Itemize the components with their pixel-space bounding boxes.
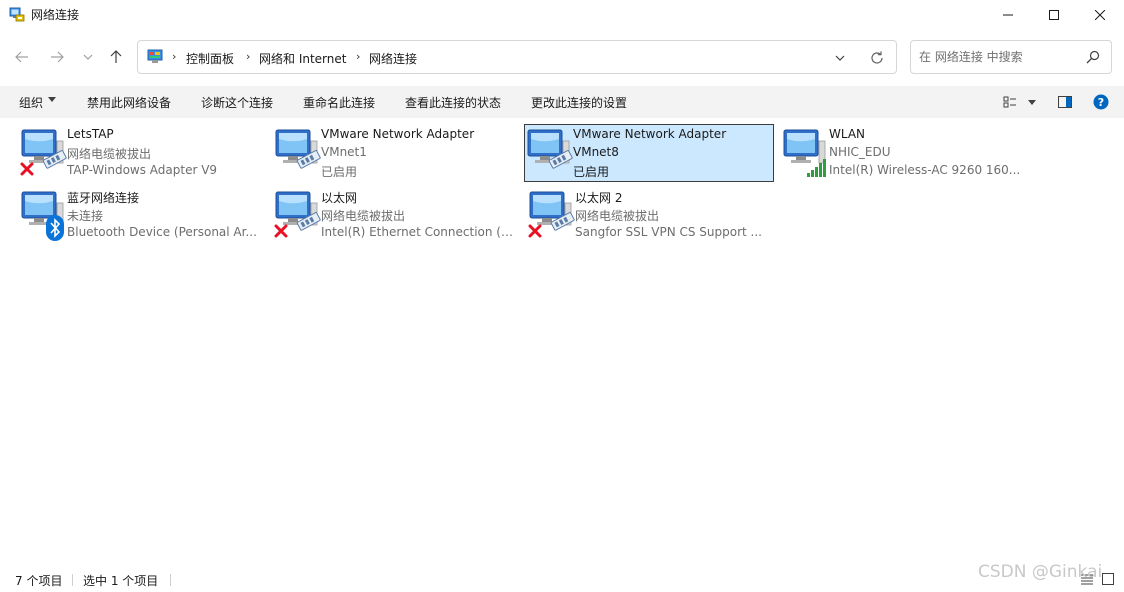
minimize-button[interactable] [985, 0, 1031, 30]
close-button[interactable] [1077, 0, 1123, 30]
breadcrumb-network-internet[interactable]: 网络和 Internet [259, 50, 346, 67]
svg-text:?: ? [1098, 96, 1104, 109]
change-settings-button[interactable]: 更改此连接的设置 [531, 94, 627, 111]
connection-item[interactable]: WLAN NHIC_EDU Intel(R) Wireless-AC 9260 16… [780, 124, 1030, 182]
connection-name: LetsTAP [67, 127, 114, 141]
disable-device-button[interactable]: 禁用此网络设备 [87, 94, 171, 111]
minimize-icon [1003, 14, 1013, 16]
search-icon[interactable] [1086, 50, 1100, 64]
organize-menu[interactable]: 组织 [19, 94, 43, 111]
caret-down-icon[interactable] [48, 97, 56, 103]
breadcrumb-network-connections[interactable]: 网络连接 [369, 50, 417, 67]
watermark: CSDN @Ginkai [978, 562, 1103, 582]
connection-status: 网络电缆被拔出 [575, 209, 660, 223]
view-status-button[interactable]: 查看此连接的状态 [405, 94, 501, 111]
network-adapter-icon [20, 129, 67, 176]
connection-item[interactable]: 蓝牙网络连接 未连接 Bluetooth Device (Personal Ar..… [18, 186, 268, 244]
forward-button[interactable] [44, 44, 70, 70]
connection-status: 网络电缆被拔出 [321, 209, 406, 223]
connection-item[interactable]: VMware Network Adapter VMnet8 已启用 [524, 124, 774, 182]
network-connections-window: 网络连接 › 控制面板 › 网络和 Internet › 网络连接 在 网络连接… [0, 0, 1124, 592]
title-bar[interactable]: 网络连接 [0, 0, 1124, 30]
connection-device: Bluetooth Device (Personal Ar... [67, 225, 257, 239]
connection-name: VMware Network Adapter [321, 127, 475, 141]
preview-pane-icon[interactable] [1057, 94, 1073, 110]
up-button[interactable] [103, 44, 129, 70]
recent-locations-button[interactable] [75, 44, 101, 70]
breadcrumb-separator: › [172, 50, 177, 63]
chevron-down-icon[interactable] [832, 50, 848, 66]
chevron-down-icon [83, 54, 93, 60]
selected-count: 选中 1 个项目 [83, 574, 159, 588]
status-bar: 7 个项目 选中 1 个项目 [0, 566, 1124, 592]
status-divider [170, 574, 171, 586]
diagnose-connection-button[interactable]: 诊断这个连接 [201, 94, 273, 111]
network-adapter-icon [274, 191, 321, 238]
control-panel-icon [147, 49, 163, 63]
network-adapter-icon [21, 191, 64, 241]
connection-device: Sangfor SSL VPN CS Support ... [575, 225, 762, 239]
connection-name: 以太网 2 [575, 191, 623, 205]
search-input[interactable] [919, 48, 1079, 66]
arrow-up-icon [110, 50, 122, 63]
connection-name: 以太网 [321, 191, 358, 205]
arrow-right-icon [51, 51, 64, 63]
connection-name: 蓝牙网络连接 [67, 191, 140, 205]
maximize-icon [1049, 10, 1059, 20]
connection-item[interactable]: VMware Network Adapter VMnet1 已启用 [272, 124, 522, 182]
help-icon[interactable]: ? [1093, 94, 1109, 110]
refresh-icon[interactable] [869, 50, 885, 66]
connection-name: VMware Network Adapter [573, 127, 727, 141]
connection-device: 已启用 [321, 165, 358, 179]
breadcrumb-separator: › [246, 50, 251, 63]
connection-status: NHIC_EDU [829, 145, 891, 159]
breadcrumb-control-panel[interactable]: 控制面板 [186, 50, 234, 67]
connections-view: LetsTAP 网络电缆被拔出 TAP-Windows Adapter V9 VMwa… [0, 118, 1124, 566]
network-adapter-icon [527, 129, 573, 169]
breadcrumb-separator: › [356, 50, 361, 63]
network-adapter-icon [528, 191, 575, 238]
large-icons-view-icon[interactable] [1101, 572, 1115, 586]
connection-status: 未连接 [67, 209, 104, 223]
connection-item[interactable]: 以太网网络电缆被拔出 Intel(R) Ethernet Connection (… [272, 186, 522, 244]
item-count: 7 个项目 [15, 574, 63, 588]
connection-item[interactable]: 以太网 2 网络电缆被拔出 Sangfor SSL VPN CS Support .… [526, 186, 776, 244]
network-adapter-icon [275, 129, 321, 169]
window-title: 网络连接 [31, 8, 80, 22]
view-dropdown-icon[interactable] [1024, 94, 1040, 110]
maximize-button[interactable] [1031, 0, 1077, 30]
network-connections-icon [9, 7, 25, 22]
close-icon [1095, 10, 1105, 20]
status-divider [72, 574, 73, 586]
connection-device: Intel(R) Wireless-AC 9260 160... [829, 163, 1021, 177]
connection-status: 网络电缆被拔出 [67, 147, 152, 161]
command-bar: 组织 禁用此网络设备 诊断这个连接 重命名此连接 查看此连接的状态 更改此连接的… [0, 86, 1124, 118]
back-button[interactable] [9, 44, 35, 70]
view-options-icon[interactable] [1002, 94, 1018, 110]
rename-connection-button[interactable]: 重命名此连接 [303, 94, 375, 111]
connection-name: WLAN [829, 127, 866, 141]
connection-device: TAP-Windows Adapter V9 [67, 163, 218, 177]
connection-status: VMnet1 [321, 145, 367, 159]
connection-status: VMnet8 [573, 145, 619, 159]
address-bar[interactable]: › 控制面板 › 网络和 Internet › 网络连接 [137, 40, 897, 74]
connection-device: 已启用 [573, 165, 610, 179]
connection-device: Intel(R) Ethernet Connection (6... [321, 225, 517, 239]
search-box[interactable] [910, 40, 1112, 74]
network-adapter-icon [783, 129, 826, 177]
arrow-left-icon [15, 51, 28, 63]
connection-item[interactable]: LetsTAP 网络电缆被拔出 TAP-Windows Adapter V9 [18, 124, 268, 182]
